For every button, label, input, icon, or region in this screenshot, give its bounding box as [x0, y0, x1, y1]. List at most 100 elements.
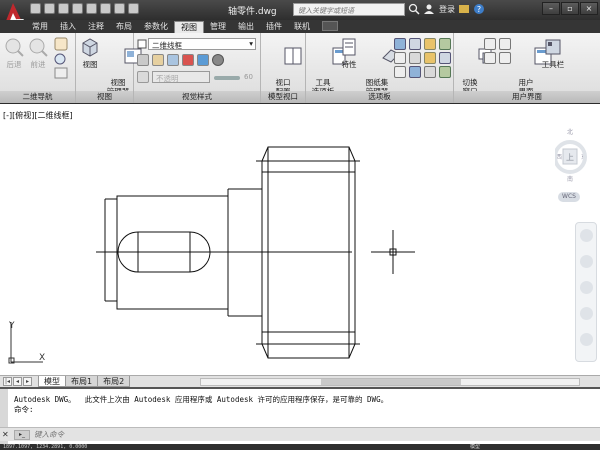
search-icon[interactable]: [408, 3, 420, 15]
zoom-extents-icon[interactable]: [580, 281, 593, 294]
calculator-icon[interactable]: [439, 38, 451, 50]
material-palette-icon[interactable]: [439, 66, 451, 78]
edge-icon[interactable]: [152, 54, 164, 66]
shaft-bottom-outline: [105, 300, 229, 316]
layout-tab-0[interactable]: 模型: [38, 376, 66, 387]
panel-model-viewports: 视口 配置 模型视口: [261, 33, 306, 103]
viewport-config-icon: [284, 47, 302, 65]
close-command-line-icon[interactable]: ✕: [2, 430, 12, 440]
panel-2d-navigation-title: 二维导航: [0, 91, 75, 103]
save-as-icon[interactable]: [72, 3, 83, 14]
design-center-icon[interactable]: [409, 38, 421, 50]
panel-palettes-title: 选项板: [306, 91, 453, 103]
properties-button[interactable]: 特性: [338, 37, 360, 69]
quickcalc-icon[interactable]: [394, 66, 406, 78]
command-line-icon[interactable]: [409, 52, 421, 64]
ribbon-tab-0[interactable]: 常用: [26, 21, 54, 33]
viewcube-top-label[interactable]: 上: [566, 153, 574, 162]
print-icon[interactable]: [86, 3, 97, 14]
back-button[interactable]: 后退: [3, 37, 25, 69]
render-icon[interactable]: [439, 52, 451, 64]
layout-tab-2[interactable]: 布局2: [97, 376, 131, 387]
ribbon-tab-6[interactable]: 管理: [204, 21, 232, 33]
status-model-button[interactable]: 模型: [470, 444, 480, 450]
layer-icon[interactable]: [394, 38, 406, 50]
block-icon[interactable]: [409, 66, 421, 78]
ribbon-tab-9[interactable]: 联机: [288, 21, 316, 33]
view-button[interactable]: 视图: [78, 37, 102, 69]
undo-icon[interactable]: [100, 3, 111, 14]
minimize-button[interactable]: –: [542, 2, 560, 15]
redo-icon[interactable]: [114, 3, 125, 14]
command-input[interactable]: [34, 429, 534, 440]
qat-dropdown-icon[interactable]: [128, 3, 139, 14]
ribbon-tab-1[interactable]: 插入: [54, 21, 82, 33]
exchange-icon[interactable]: [458, 3, 470, 15]
pan-zoom-icons[interactable]: [52, 37, 70, 81]
ribbon-tab-3[interactable]: 布局: [110, 21, 138, 33]
shaft-drawing: [96, 146, 415, 359]
new-icon[interactable]: [30, 3, 41, 14]
ribbon-tab-7[interactable]: 输出: [232, 21, 260, 33]
face-color-icon[interactable]: [182, 54, 194, 66]
dbconnect-icon[interactable]: [394, 52, 406, 64]
step-top: [228, 172, 263, 190]
chevron-down-icon: ▾: [249, 39, 253, 48]
horizontal-scrollbar[interactable]: [200, 378, 580, 386]
wcs-menu[interactable]: WCS: [558, 192, 580, 202]
panel-palettes: 工具 选项板 特性 图纸集 管理器: [306, 33, 454, 103]
next-layout-icon[interactable]: ▸: [23, 377, 32, 386]
toolbars-button[interactable]: 工具栏: [540, 37, 566, 69]
document-title: 轴零件.dwg: [228, 7, 277, 17]
forward-button[interactable]: 前进: [27, 37, 49, 69]
shade-icon[interactable]: [167, 54, 179, 66]
command-history-line-1: Autodesk DWG。 此文件上次由 Autodesk 应用程序或 Auto…: [14, 395, 389, 404]
wireframe-icon[interactable]: [137, 54, 149, 66]
help-icon[interactable]: ?: [473, 3, 485, 15]
ribbon-tab-2[interactable]: 注释: [82, 21, 110, 33]
pan-icon[interactable]: [580, 255, 593, 268]
lighting-icon[interactable]: [197, 54, 209, 66]
properties-label: 特性: [341, 60, 357, 69]
palette-small-icons: [394, 38, 452, 78]
ribbon-minimize-toggle[interactable]: [322, 21, 338, 31]
prev-layout-icon[interactable]: ◂: [13, 377, 22, 386]
login-link[interactable]: 登录: [439, 4, 455, 15]
search-input[interactable]: 键入关键字或短语: [293, 3, 405, 16]
close-button[interactable]: ×: [580, 2, 598, 15]
opacity-combo[interactable]: 不透明: [152, 71, 210, 83]
panel-visual-styles-title: 视觉样式: [134, 91, 260, 103]
external-ref-icon[interactable]: [424, 66, 436, 78]
showmotion-icon[interactable]: [580, 333, 593, 346]
cascade-icon[interactable]: [484, 52, 496, 64]
save-icon[interactable]: [58, 3, 69, 14]
orbit-icon[interactable]: [580, 307, 593, 320]
command-input-row: ✕ ▸_: [0, 427, 600, 441]
tile-vertical-icon[interactable]: [499, 38, 511, 50]
user-icon[interactable]: [423, 3, 435, 15]
material-icon[interactable]: [212, 54, 224, 66]
steering-wheel-icon[interactable]: [580, 229, 593, 242]
visual-style-combo[interactable]: 二维线框 ▾: [148, 38, 256, 50]
svg-text:?: ?: [477, 5, 481, 14]
sheet-icon[interactable]: [424, 52, 436, 64]
layout-tabs-icon[interactable]: [499, 52, 511, 64]
markup-icon[interactable]: [424, 38, 436, 50]
viewcube-south[interactable]: 南: [567, 175, 573, 183]
open-icon[interactable]: [44, 3, 55, 14]
ribbon-tab-5[interactable]: 视图: [174, 21, 204, 33]
viewcube-north[interactable]: 北: [567, 128, 573, 136]
opacity-slider[interactable]: [214, 76, 240, 80]
ribbon-tab-4[interactable]: 参数化: [138, 21, 174, 33]
ribbon-tab-8[interactable]: 插件: [260, 21, 288, 33]
restore-button[interactable]: ▫: [561, 2, 579, 15]
visual-style-icon-row: [137, 54, 224, 66]
command-prompt-icon[interactable]: ▸_: [14, 430, 30, 440]
scrollbar-thumb[interactable]: [321, 379, 461, 385]
coordinate-readout: 1897.1097, 1234.2891, 0.0000: [3, 444, 88, 450]
xray-icon[interactable]: [137, 71, 149, 83]
command-history-line-2: 命令:: [14, 405, 34, 414]
layout-tab-1[interactable]: 布局1: [65, 376, 99, 387]
first-layout-icon[interactable]: |◂: [3, 377, 12, 386]
tile-horizontal-icon[interactable]: [484, 38, 496, 50]
